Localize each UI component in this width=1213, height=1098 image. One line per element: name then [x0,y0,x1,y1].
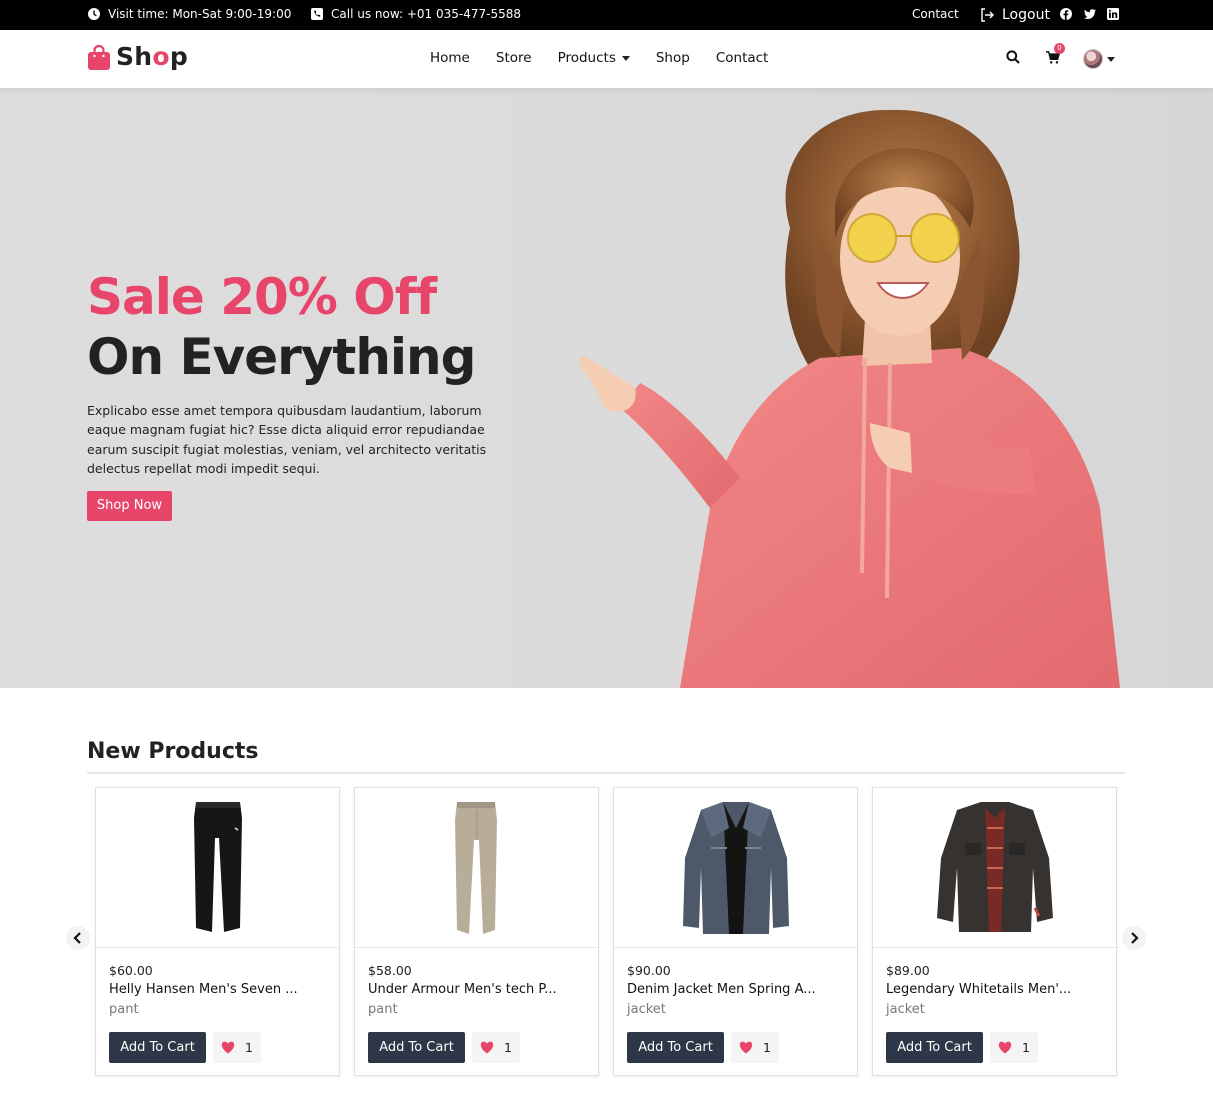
like-button[interactable]: 1 [213,1032,261,1063]
shop-now-button[interactable]: Shop Now [87,491,172,521]
like-count: 1 [245,1040,253,1055]
like-button[interactable]: 1 [990,1032,1038,1063]
product-card[interactable]: $89.00 Legendary Whitetails Men'... jack… [872,787,1117,1076]
hero-headline-sale: Sale 20% Off [87,268,437,326]
carousel-prev-button[interactable] [66,926,90,950]
nav-products-dropdown[interactable]: Products [558,50,630,66]
twitter-icon[interactable] [1084,8,1096,20]
product-category: jacket [886,1002,925,1017]
add-to-cart-button[interactable]: Add To Cart [368,1032,465,1063]
denim-jacket-image [682,802,789,934]
brand-name-end: p [169,42,189,71]
nav-contact[interactable]: Contact [716,50,769,66]
add-to-cart-button[interactable]: Add To Cart [109,1032,206,1063]
product-name[interactable]: Denim Jacket Men Spring A... [627,982,847,997]
heart-icon [221,1041,235,1054]
visit-time: Visit time: Mon-Sat 9:00-19:00 [88,7,291,21]
nav-menu: Home Store Products Shop Contact [430,50,794,66]
main-navbar: Shop Home Store Products Shop Contact 0 [0,30,1213,88]
black-pants-image [193,802,242,932]
chevron-down-icon [621,55,630,61]
brand-name-start: Sh [116,42,153,71]
chevron-right-icon [1131,932,1139,944]
brand-name-accent: o [152,42,170,71]
facebook-icon[interactable] [1060,8,1072,20]
heart-icon [480,1041,494,1054]
topbar-contact-link[interactable]: Contact [912,7,959,21]
linkedin-icon[interactable] [1107,8,1119,20]
product-image[interactable] [355,788,598,948]
user-avatar[interactable] [1083,49,1103,69]
add-to-cart-button[interactable]: Add To Cart [886,1032,983,1063]
like-button[interactable]: 1 [731,1032,779,1063]
product-price: $89.00 [886,963,930,978]
clock-icon [88,8,100,20]
avatar-chevron-down-icon[interactable] [1107,57,1115,62]
cart-button[interactable]: 0 [1046,43,1065,66]
product-card[interactable]: $90.00 Denim Jacket Men Spring A... jack… [613,787,858,1076]
product-price: $60.00 [109,963,153,978]
nav-products-label: Products [557,50,616,66]
like-button[interactable]: 1 [472,1032,520,1063]
carousel-next-button[interactable] [1122,926,1146,950]
dark-jacket-image [936,802,1053,932]
logout-link[interactable]: Logout [980,7,1050,23]
nav-home[interactable]: Home [430,50,470,66]
product-card[interactable]: $58.00 Under Armour Men's tech P... pant… [354,787,599,1076]
chevron-left-icon [73,932,81,944]
heart-icon [739,1041,753,1054]
product-price: $58.00 [368,963,412,978]
logout-icon [981,8,994,22]
topbar-contact-label: Contact [912,7,959,21]
hero-headline-everything: On Everything [87,328,476,386]
product-name[interactable]: Under Armour Men's tech P... [368,982,588,997]
heart-icon [998,1041,1012,1054]
top-bar: Visit time: Mon-Sat 9:00-19:00 Call us n… [0,0,1213,30]
brand-name: Shop [116,42,188,71]
shopping-bag-icon [88,44,110,70]
like-count: 1 [504,1040,512,1055]
product-card[interactable]: $60.00 Helly Hansen Men's Seven ... pant… [95,787,340,1076]
product-category: pant [109,1002,139,1017]
call-us-text: Call us now: +01 035-477-5588 [331,7,521,21]
nav-store[interactable]: Store [496,50,532,66]
khaki-pants-image [454,802,497,934]
product-image[interactable] [96,788,339,948]
hero-model-illustration [579,109,1120,688]
section-divider [87,772,1125,774]
add-to-cart-button[interactable]: Add To Cart [627,1032,724,1063]
product-price: $90.00 [627,963,671,978]
like-count: 1 [1022,1040,1030,1055]
product-category: jacket [627,1002,666,1017]
phone-icon [311,8,323,20]
hero-banner: Sale 20% Off On Everything Explicabo ess… [0,88,1213,688]
section-title: New Products [87,739,259,764]
product-image[interactable] [614,788,857,948]
brand-logo[interactable]: Shop [88,42,188,71]
call-us: Call us now: +01 035-477-5588 [311,7,521,21]
search-icon[interactable] [1006,50,1020,64]
visit-time-text: Visit time: Mon-Sat 9:00-19:00 [108,7,292,21]
hero-description: Explicabo esse amet tempora quibusdam la… [87,403,487,476]
cart-count-badge: 0 [1054,43,1065,54]
nav-shop[interactable]: Shop [656,50,690,66]
like-count: 1 [763,1040,771,1055]
product-image[interactable] [873,788,1116,948]
product-category: pant [368,1002,398,1017]
product-name[interactable]: Legendary Whitetails Men'... [886,982,1106,997]
product-name[interactable]: Helly Hansen Men's Seven ... [109,982,329,997]
logout-label: Logout [1002,7,1050,23]
